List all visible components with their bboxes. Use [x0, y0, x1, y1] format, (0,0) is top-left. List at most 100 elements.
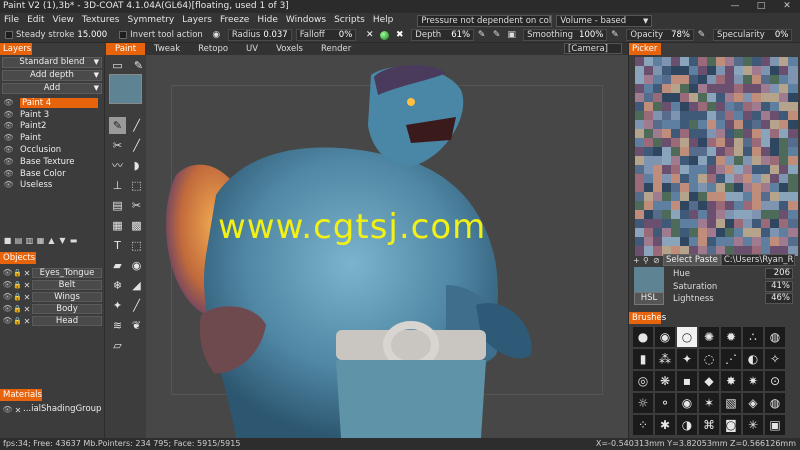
eye-icon[interactable]: 👁 — [3, 134, 14, 142]
brush-thumbnail[interactable]: ✺ — [699, 327, 719, 347]
lock-icon[interactable]: 🔒 — [13, 317, 22, 325]
close-icon[interactable]: ✕ — [22, 293, 32, 302]
move-down-icon[interactable]: ▼ — [58, 236, 67, 245]
falloff-field[interactable]: Falloff 0% — [295, 29, 357, 41]
eye-icon[interactable]: 👁 — [3, 110, 14, 119]
hsl-button[interactable]: HSL — [634, 292, 664, 305]
eye-icon[interactable]: 👁 — [2, 281, 13, 289]
eye-icon[interactable]: 👁 — [3, 122, 14, 130]
move-up-icon[interactable]: ▲ — [47, 236, 56, 245]
brush-thumbnail[interactable]: ◆ — [699, 371, 719, 391]
pen-tool-icon[interactable]: ╱ — [128, 117, 145, 134]
eye-icon[interactable]: 👁 — [2, 317, 13, 325]
tab-voxels[interactable]: Voxels — [267, 43, 312, 55]
line-alt-tool-icon[interactable]: ╱ — [128, 297, 145, 314]
brush-thumbnail[interactable]: ✷ — [743, 371, 763, 391]
brush-thumbnail[interactable]: ✦ — [677, 349, 697, 369]
brush-tool-icon[interactable]: ✎ — [109, 117, 126, 134]
pen-alt-icon[interactable]: ✎ — [491, 30, 502, 41]
menu-help[interactable]: Help — [369, 13, 398, 28]
brush-thumbnail[interactable]: ✹ — [721, 327, 741, 347]
brush-thumbnail[interactable]: ◍ — [765, 327, 785, 347]
eye-icon[interactable]: 👁 — [2, 293, 13, 301]
layer-row[interactable]: 👁 Base Color — [3, 168, 104, 180]
brush-thumbnail[interactable]: ⌘ — [699, 415, 719, 435]
brush-thumbnail[interactable]: ◐ — [743, 349, 763, 369]
clone-tool-icon[interactable]: ✂ — [109, 137, 126, 154]
layer-row[interactable]: 👁 Paint2 — [3, 121, 104, 133]
brush-thumbnail[interactable]: ⚬ — [655, 393, 675, 413]
close-icon[interactable]: ✕ — [22, 269, 32, 278]
picker-header[interactable]: Picker — [629, 43, 661, 55]
material-row[interactable]: 👁 ✕ ...ialShadingGroup — [2, 404, 104, 416]
ruler-tool-icon[interactable]: ▰ — [109, 257, 126, 274]
pressure-combo[interactable]: Pressure not dependent on colo — [417, 14, 553, 27]
menu-scripts[interactable]: Scripts — [330, 13, 369, 28]
cube-icon[interactable]: ▣ — [506, 30, 517, 41]
tab-tweak[interactable]: Tweak — [145, 43, 189, 55]
brush-thumbnail[interactable]: ✱ — [655, 415, 675, 435]
delete-layer-icon[interactable]: ▤ — [14, 236, 23, 245]
3d-viewport[interactable]: www.cgtsj.com — [146, 55, 628, 438]
measure-tool-icon[interactable]: ▱ — [109, 337, 126, 354]
menu-freeze[interactable]: Freeze — [216, 13, 253, 28]
eye-icon[interactable]: 👁 — [3, 181, 14, 189]
object-row[interactable]: 👁 🔒 ✕ Body — [2, 303, 104, 315]
tab-render[interactable]: Render — [312, 43, 360, 55]
eye-icon[interactable]: 👁 — [3, 98, 14, 107]
add-select[interactable]: Add ▼ — [2, 83, 102, 94]
butterfly-tool-icon[interactable]: ❦ — [128, 317, 145, 334]
current-color-swatch[interactable] — [109, 74, 142, 104]
tab-retopo[interactable]: Retopo — [189, 43, 237, 55]
brush-settings-icon[interactable]: ◉ — [211, 30, 222, 41]
brush-thumbnail[interactable]: ⁂ — [655, 349, 675, 369]
brush-thumbnail[interactable]: ○ — [677, 327, 697, 347]
depth-field[interactable]: Depth 61% — [411, 29, 475, 41]
tab-uv[interactable]: UV — [237, 43, 267, 55]
no-icon[interactable]: ⊘ — [653, 256, 663, 265]
brush-thumbnail[interactable]: ▧ — [721, 393, 741, 413]
saturation-row[interactable]: Saturation 41% — [673, 281, 795, 292]
scissors-tool-icon[interactable]: ✂ — [128, 197, 145, 214]
brush-thumbnail[interactable]: ◍ — [765, 393, 785, 413]
brush-thumbnail[interactable]: ◙ — [721, 415, 741, 435]
menu-file[interactable]: File — [0, 13, 23, 28]
close-icon[interactable]: ✕ — [22, 305, 32, 314]
opacity-field[interactable]: Opacity 78% — [626, 29, 694, 41]
invert-tool-checkbox[interactable] — [119, 31, 128, 39]
eye-tool-icon[interactable]: ◉ — [128, 257, 145, 274]
scratch-tool-icon[interactable]: ≋ — [109, 317, 126, 334]
brush-thumbnail[interactable]: ✸ — [721, 371, 741, 391]
eye-icon[interactable]: 👁 — [3, 169, 14, 178]
spray-tool-icon[interactable]: ◗ — [128, 157, 145, 174]
object-row[interactable]: 👁 🔒 ✕ Belt — [2, 279, 104, 291]
path-field[interactable]: C:\Users\Ryan_R — [720, 254, 795, 266]
text-tool-icon[interactable]: T — [109, 237, 126, 254]
eye-icon[interactable]: 👁 — [3, 157, 14, 166]
lock-icon[interactable]: 🔒 — [13, 293, 22, 301]
brushes-header[interactable]: Brushes — [629, 312, 666, 324]
steady-stroke-checkbox[interactable] — [5, 31, 13, 39]
eyedropper-icon[interactable]: ⚲ — [643, 256, 653, 265]
tab-paint[interactable]: Paint — [106, 43, 146, 55]
new-layer-icon[interactable]: ■ — [3, 236, 12, 245]
close-icon[interactable]: ✕ — [22, 317, 32, 326]
fill-tool-icon[interactable]: ▦ — [109, 217, 126, 234]
add-depth-select[interactable]: Add depth ▼ — [2, 70, 102, 81]
line-tool-icon[interactable]: ╱ — [128, 137, 145, 154]
eye-icon[interactable]: 👁 — [2, 305, 13, 313]
brush-thumbnail[interactable]: ◉ — [655, 327, 675, 347]
eye-icon[interactable]: 👁 — [2, 269, 13, 277]
brush-thumbnail[interactable]: ▣ — [765, 415, 785, 435]
maximize-button[interactable]: □ — [748, 0, 774, 13]
object-row[interactable]: 👁 🔒 ✕ Head — [2, 315, 104, 327]
layers-header[interactable]: Layers — [0, 43, 32, 55]
hue-row[interactable]: Hue 206 — [673, 268, 795, 279]
brush-thumbnail[interactable]: ✧ — [765, 349, 785, 369]
wand-tool-icon[interactable]: ✦ — [109, 297, 126, 314]
layer-row[interactable]: 👁 Paint — [3, 132, 104, 144]
smudge-tool-icon[interactable]: 〰 — [109, 157, 126, 174]
menu-hide[interactable]: Hide — [253, 13, 282, 28]
radius-field[interactable]: Radius 0.037 — [227, 29, 292, 41]
close-button[interactable]: ✕ — [774, 0, 800, 13]
